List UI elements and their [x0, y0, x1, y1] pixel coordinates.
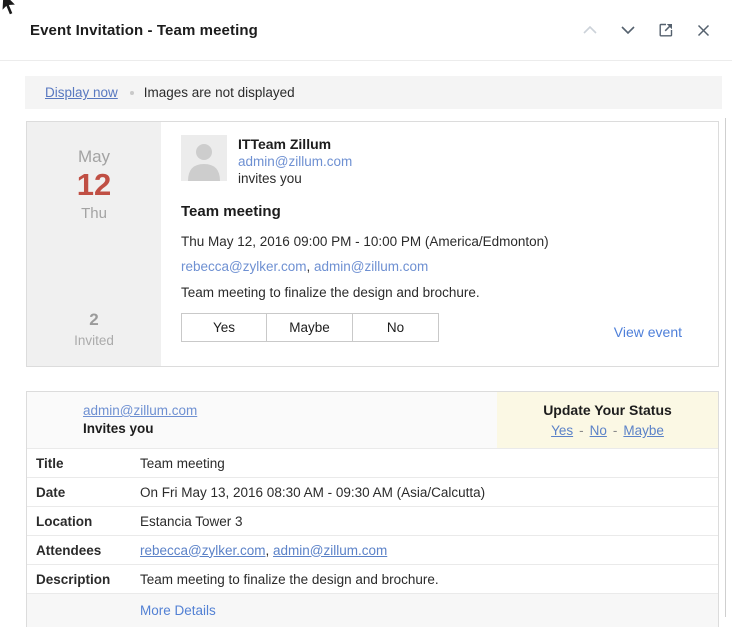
event-description: Team meeting to finalize the design and …: [181, 285, 698, 300]
detail-row-description: Description Team meeting to finalize the…: [27, 564, 718, 593]
event-date-panel: May 12 Thu 2 Invited: [27, 122, 161, 366]
close-preview-button[interactable]: [695, 22, 712, 39]
open-in-new-window-button[interactable]: [657, 22, 674, 39]
rsvp-yes-button[interactable]: Yes: [181, 313, 267, 342]
update-status-title: Update Your Status: [497, 402, 718, 418]
detail-label: Date: [27, 485, 140, 500]
detail-value: rebecca@zylker.com, admin@zillum.com: [140, 543, 718, 558]
inviter-block: admin@zillum.com Invites you: [27, 392, 197, 448]
organizer-name: ITTeam Zillum: [238, 136, 352, 153]
attendee-separator: ,: [307, 259, 315, 274]
detail-label: Title: [27, 456, 140, 471]
detail-label: Description: [27, 572, 140, 587]
update-status-panel: Update Your Status Yes-No-Maybe: [497, 392, 718, 448]
event-datetime: Thu May 12, 2016 09:00 PM - 10:00 PM (Am…: [181, 234, 698, 249]
attendee-email-link[interactable]: admin@zillum.com: [273, 543, 387, 558]
details-card-header: admin@zillum.com Invites you Update Your…: [27, 392, 718, 448]
detail-value: Estancia Tower 3: [140, 514, 718, 529]
rsvp-maybe-button[interactable]: Maybe: [267, 313, 353, 342]
event-title: Team meeting: [181, 203, 698, 220]
detail-label: Location: [27, 514, 140, 529]
organizer-block: ITTeam Zillum admin@zillum.com invites y…: [181, 135, 698, 187]
detail-value: On Fri May 13, 2016 08:30 AM - 09:30 AM …: [140, 485, 718, 500]
detail-value: Team meeting to finalize the design and …: [140, 572, 718, 587]
event-invitation-card: May 12 Thu 2 Invited ITTeam Zillum admin…: [26, 121, 719, 367]
email-subject-title: Event Invitation - Team meeting: [30, 22, 581, 39]
organizer-action-text: invites you: [238, 171, 352, 187]
status-maybe-link[interactable]: Maybe: [623, 423, 664, 438]
chevron-up-icon: [582, 25, 598, 35]
images-notice-text: Images are not displayed: [144, 85, 295, 100]
more-details-link[interactable]: More Details: [140, 603, 216, 618]
pane-header-actions: [581, 22, 712, 39]
event-day: 12: [27, 167, 161, 203]
organizer-avatar: [181, 135, 227, 181]
attendee-email-link[interactable]: rebecca@zylker.com: [140, 543, 266, 558]
organizer-email-link[interactable]: admin@zillum.com: [238, 154, 352, 170]
invited-label: Invited: [27, 333, 161, 348]
open-in-new-icon: [658, 22, 674, 38]
display-images-link[interactable]: Display now: [45, 85, 118, 100]
event-attendees-line: rebecca@zylker.com, admin@zillum.com: [181, 259, 698, 274]
inviter-email-link[interactable]: admin@zillum.com: [83, 403, 197, 418]
detail-row-attendees: Attendees rebecca@zylker.com, admin@zill…: [27, 535, 718, 564]
rsvp-button-group: Yes Maybe No: [181, 313, 439, 342]
detail-value: Team meeting: [140, 456, 718, 471]
attendee-email-link[interactable]: admin@zillum.com: [314, 259, 428, 274]
person-silhouette-icon: [181, 135, 227, 181]
status-yes-link[interactable]: Yes: [551, 423, 573, 438]
status-options: Yes-No-Maybe: [497, 423, 718, 438]
dot-separator-icon: [130, 91, 134, 95]
rsvp-row: Yes Maybe No View event: [181, 313, 698, 342]
preview-pane-header: Event Invitation - Team meeting: [0, 0, 732, 61]
detail-row-date: Date On Fri May 13, 2016 08:30 AM - 09:3…: [27, 477, 718, 506]
detail-row-location: Location Estancia Tower 3: [27, 506, 718, 535]
organizer-info: ITTeam Zillum admin@zillum.com invites y…: [238, 135, 352, 187]
detail-row-title: Title Team meeting: [27, 448, 718, 477]
status-separator: -: [613, 423, 618, 438]
invited-count: 2: [27, 310, 161, 330]
status-no-link[interactable]: No: [590, 423, 607, 438]
inviter-action-text: Invites you: [83, 420, 197, 438]
invitation-card-body: ITTeam Zillum admin@zillum.com invites y…: [161, 122, 718, 366]
view-event-link[interactable]: View event: [614, 324, 682, 340]
next-message-button[interactable]: [619, 22, 636, 39]
pane-scroll-divider: [725, 118, 726, 617]
chevron-down-icon: [620, 25, 636, 35]
event-weekday: Thu: [27, 205, 161, 222]
status-separator: -: [579, 423, 584, 438]
event-month: May: [27, 147, 161, 167]
more-details-row: More Details: [27, 593, 718, 627]
previous-message-button[interactable]: [581, 22, 598, 39]
event-details-card: admin@zillum.com Invites you Update Your…: [26, 391, 719, 627]
rsvp-no-button[interactable]: No: [353, 313, 439, 342]
attendee-separator: ,: [266, 543, 274, 558]
detail-label: Attendees: [27, 543, 140, 558]
images-notice-bar: Display now Images are not displayed: [25, 76, 722, 109]
attendee-email-link[interactable]: rebecca@zylker.com: [181, 259, 307, 274]
close-icon: [697, 24, 710, 37]
